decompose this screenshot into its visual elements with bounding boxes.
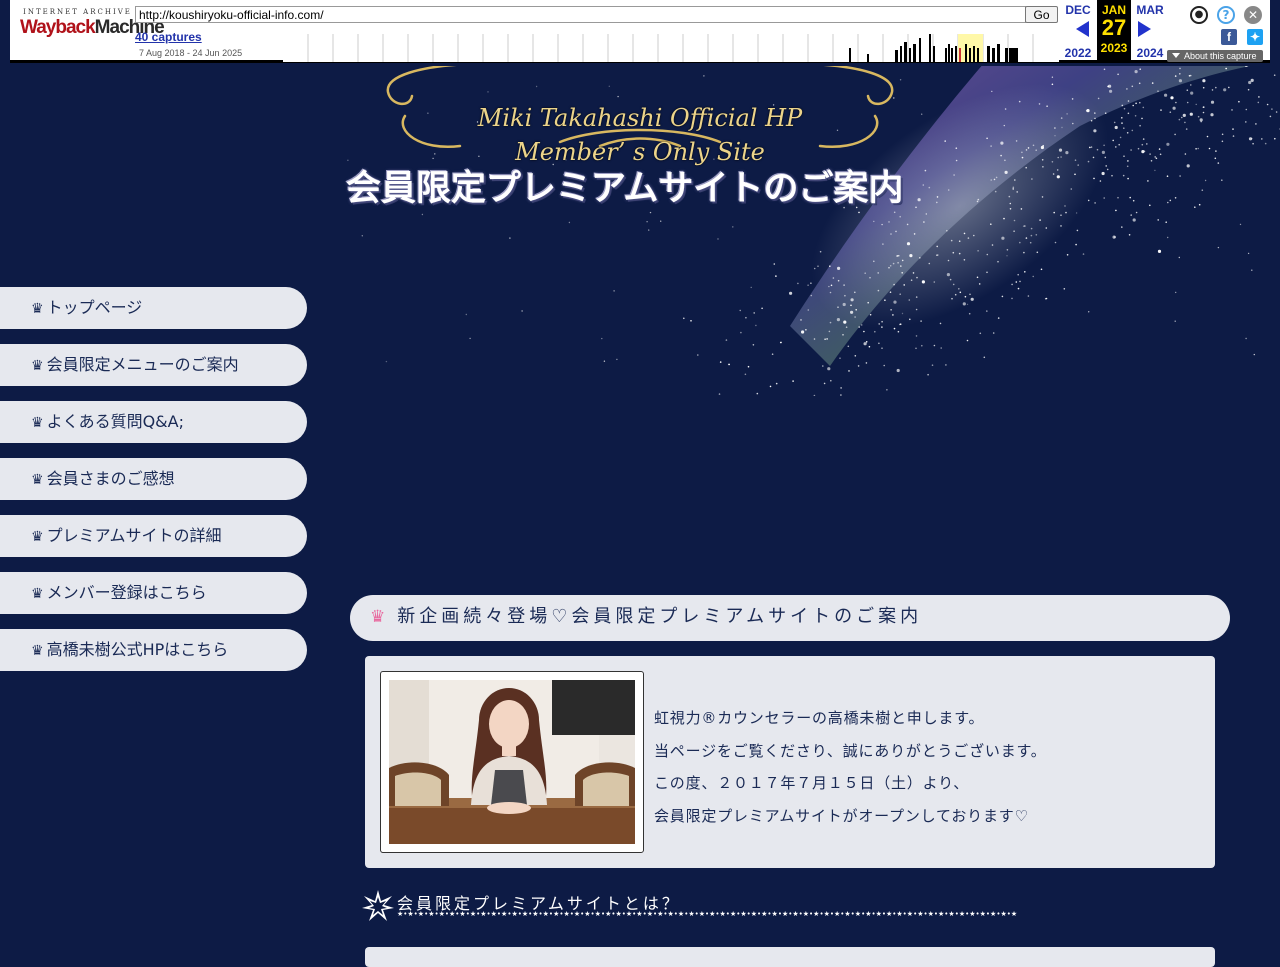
next-panel [365, 947, 1215, 967]
sidebar-item-label: トップページ [47, 298, 143, 317]
help-icon[interactable]: ? [1217, 6, 1235, 24]
intro-line: 会員限定プレミアムサイトがオープンしております♡ [654, 802, 1194, 835]
wayback-logo-main-1: Wayback [20, 17, 95, 38]
caret-down-icon [1172, 53, 1180, 58]
sidebar-item-top[interactable]: ♛トップページ [0, 287, 307, 329]
crown-icon: ♛ [370, 607, 389, 627]
sidebar-nav: ♛トップページ ♛会員限定メニューのご案内 ♛よくある質問Q&A; ♛会員さまの… [0, 287, 307, 686]
sidebar-item-testimonials[interactable]: ♛会員さまのご感想 [0, 458, 307, 500]
about-capture-label: About this capture [1184, 51, 1257, 61]
wayback-date-range: 7 Aug 2018 - 24 Jun 2025 [139, 48, 242, 58]
twitter-icon[interactable]: ✦ [1247, 29, 1263, 45]
sidebar-item-faq[interactable]: ♛よくある質問Q&A; [0, 401, 307, 443]
sidebar-item-official-hp[interactable]: ♛高橋未樹公式HPはこちら [0, 629, 307, 671]
profile-photo-frame [380, 671, 644, 853]
section-heading: ♛ 新企画続々登場♡会員限定プレミアムサイトのご案内 [350, 595, 1230, 641]
wayback-current-date: JAN 27 2023 [1097, 0, 1131, 63]
intro-line: この度、２０１７年７月１５日（土）より、 [654, 769, 1194, 802]
user-icon[interactable]: ● [1190, 6, 1208, 24]
star-divider: ★•★•★•★•★•★•★•★•★•★•★•★•★•★•★•★•★•★•★•★•… [397, 910, 1047, 918]
wayback-logo-top: INTERNET ARCHIVE [20, 8, 135, 16]
wayback-next-month[interactable]: MAR [1129, 3, 1171, 17]
wayback-go-button[interactable]: Go [1025, 6, 1058, 23]
sidebar-item-details[interactable]: ♛プレミアムサイトの詳細 [0, 515, 307, 557]
wayback-url-input[interactable] [135, 6, 1026, 23]
intro-text: 虹視力®カウンセラーの高橋未樹と申します。 当ページをご覧くださり、誠にありがと… [654, 704, 1194, 834]
wayback-logo[interactable]: INTERNET ARCHIVE WaybackMachine [20, 8, 135, 48]
facebook-icon[interactable]: f [1221, 29, 1237, 45]
crown-icon: ♛ [31, 472, 44, 488]
crown-icon: ♛ [31, 301, 44, 317]
crown-icon: ♛ [31, 358, 44, 374]
wayback-cur-day: 27 [1097, 17, 1131, 39]
crown-icon: ♛ [31, 529, 44, 545]
wayback-logo-main: WaybackMachine [20, 17, 135, 39]
sidebar-item-label: 高橋未樹公式HPはこちら [47, 640, 229, 659]
wayback-toolbar: INTERNET ARCHIVE WaybackMachine Go 40 ca… [0, 0, 1280, 66]
wayback-cur-year: 2023 [1097, 41, 1131, 55]
wayback-sparkline[interactable] [283, 34, 1059, 62]
section-heading-text: 新企画続々登場♡会員限定プレミアムサイトのご案内 [397, 606, 922, 627]
close-icon[interactable]: ✕ [1244, 6, 1262, 24]
sparkle-burst-icon [362, 890, 394, 922]
intro-line: 虹視力®カウンセラーの高橋未樹と申します。 [654, 704, 1194, 737]
about-capture-button[interactable]: About this capture [1167, 50, 1263, 62]
intro-panel: 虹視力®カウンセラーの高橋未樹と申します。 当ページをご覧くださり、誠にありがと… [365, 656, 1215, 868]
wayback-captures-link[interactable]: 40 captures [135, 30, 202, 44]
sub-heading: 会員限定プレミアムサイトとは？ ★•★•★•★•★•★•★•★•★•★•★•★•… [362, 888, 1062, 928]
wayback-prev-month[interactable]: DEC [1057, 3, 1099, 17]
sidebar-item-label: 会員さまのご感想 [47, 469, 175, 488]
wayback-next-arrow-icon[interactable] [1138, 21, 1151, 37]
banner-title: 会員限定プレミアムサイトのご案内 [346, 160, 966, 211]
wayback-prev-year[interactable]: 2022 [1057, 46, 1099, 60]
crown-icon: ♛ [31, 586, 44, 602]
logo-line-1: Miki Takahashi Official HP [470, 102, 810, 134]
sidebar-item-register[interactable]: ♛メンバー登録はこちら [0, 572, 307, 614]
sidebar-item-member-menu[interactable]: ♛会員限定メニューのご案内 [0, 344, 307, 386]
sidebar-item-label: よくある質問Q&A; [47, 412, 184, 431]
crown-icon: ♛ [31, 415, 44, 431]
wayback-toolbar-panel: INTERNET ARCHIVE WaybackMachine Go 40 ca… [10, 0, 1270, 63]
intro-line: 当ページをご覧くださり、誠にありがとうございます。 [654, 737, 1194, 770]
wayback-next-year[interactable]: 2024 [1129, 46, 1171, 60]
sidebar-item-label: メンバー登録はこちら [47, 583, 207, 602]
crown-icon: ♛ [31, 643, 44, 659]
sidebar-item-label: プレミアムサイトの詳細 [47, 526, 222, 545]
profile-photo [389, 680, 635, 844]
sidebar-item-label: 会員限定メニューのご案内 [47, 355, 239, 374]
wayback-prev-arrow-icon[interactable] [1076, 21, 1089, 37]
